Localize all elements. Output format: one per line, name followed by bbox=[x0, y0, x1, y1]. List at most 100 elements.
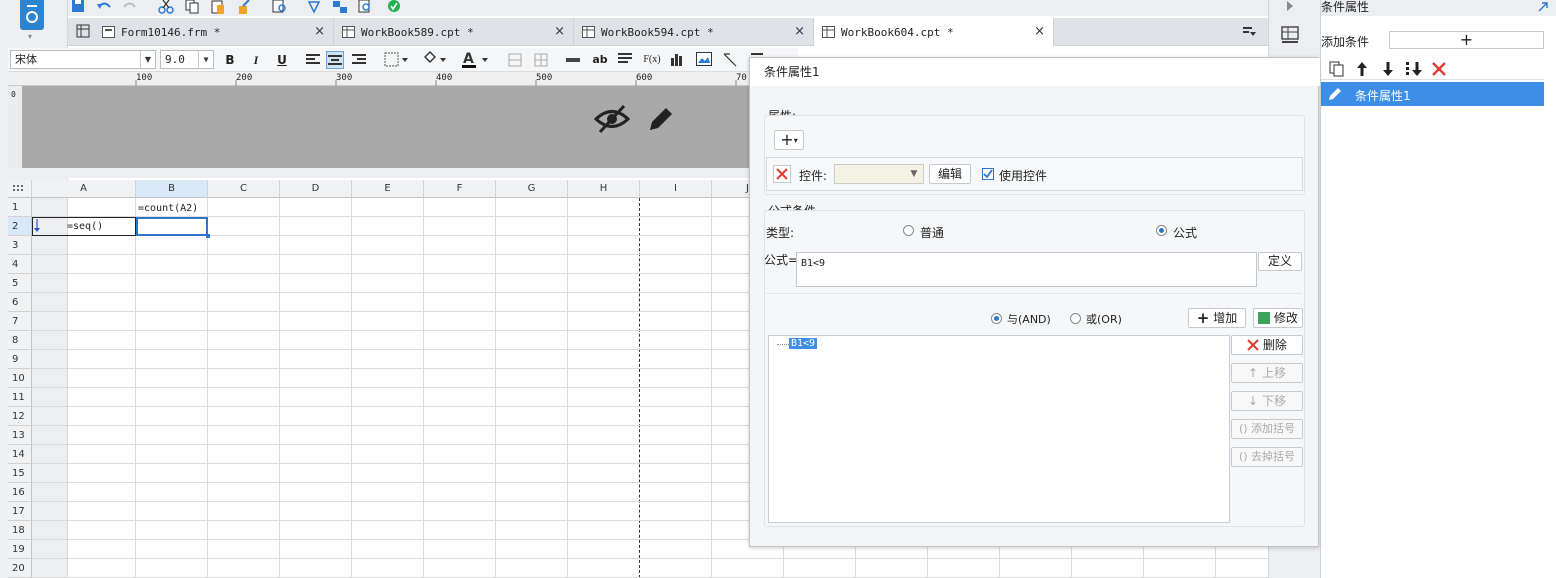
row-header[interactable]: 14 bbox=[8, 445, 32, 464]
check-icon[interactable] bbox=[386, 0, 402, 14]
column-header[interactable]: F bbox=[424, 180, 496, 198]
row-header[interactable]: 9 bbox=[8, 350, 32, 369]
row-header[interactable]: 5 bbox=[8, 274, 32, 293]
column-header[interactable]: I bbox=[640, 180, 712, 198]
tab-list-icon[interactable] bbox=[1242, 26, 1256, 38]
font-color-icon[interactable]: A bbox=[460, 50, 490, 70]
hide-eye-icon[interactable] bbox=[594, 104, 630, 134]
edit-button[interactable]: 编辑 bbox=[929, 164, 971, 184]
cell-b1[interactable]: =count(A2) bbox=[138, 203, 198, 214]
tab-workbook589[interactable]: WorkBook589.cpt * × bbox=[334, 18, 574, 46]
align-center-icon[interactable] bbox=[326, 51, 344, 69]
logo-dropdown-icon[interactable]: ▾ bbox=[28, 32, 32, 41]
grid-view-icon[interactable] bbox=[76, 24, 90, 38]
tree-item[interactable]: B1<9 bbox=[789, 338, 818, 349]
define-button[interactable]: 定义 bbox=[1258, 252, 1302, 271]
edit-pencil-icon[interactable] bbox=[646, 104, 676, 134]
row-header[interactable]: 8 bbox=[8, 331, 32, 350]
add-bracket-button[interactable]: () 添加括号 bbox=[1231, 419, 1303, 439]
underline-button[interactable]: U bbox=[274, 51, 290, 69]
row-header[interactable]: 7 bbox=[8, 312, 32, 331]
row-header[interactable]: 13 bbox=[8, 426, 32, 445]
condition-tree[interactable]: B1<9 bbox=[768, 335, 1230, 523]
cut-icon[interactable] bbox=[158, 0, 174, 14]
align-left-icon[interactable] bbox=[306, 53, 320, 67]
row-header[interactable]: 20 bbox=[8, 559, 32, 578]
chevron-down-icon[interactable]: ▼ bbox=[140, 51, 155, 68]
border-icon[interactable] bbox=[384, 52, 408, 68]
widget-select[interactable]: ▼ bbox=[834, 164, 924, 184]
copy-icon[interactable] bbox=[184, 0, 200, 14]
and-radio[interactable] bbox=[991, 313, 1002, 324]
type-formula-radio[interactable] bbox=[1156, 225, 1167, 236]
move-down-button[interactable]: ↓ 下移 bbox=[1231, 391, 1303, 411]
bar-chart-icon[interactable] bbox=[670, 52, 684, 66]
tab-form10146[interactable]: Form10146.frm * × bbox=[94, 18, 334, 46]
move-bottom-icon[interactable] bbox=[1405, 61, 1423, 77]
preview-icon[interactable] bbox=[272, 0, 288, 14]
undo-icon[interactable] bbox=[96, 0, 112, 14]
type-normal-radio[interactable] bbox=[903, 225, 914, 236]
move-up-icon[interactable] bbox=[1355, 61, 1369, 77]
column-header[interactable]: C bbox=[208, 180, 280, 198]
row-header[interactable]: 3 bbox=[8, 236, 32, 255]
data-connection-icon[interactable] bbox=[332, 0, 348, 14]
row-header[interactable]: 18 bbox=[8, 521, 32, 540]
align-right-icon[interactable] bbox=[352, 53, 366, 67]
column-header[interactable]: A bbox=[32, 180, 136, 198]
fill-handle[interactable] bbox=[206, 234, 210, 238]
font-size-select[interactable]: 9.0 ▼ bbox=[160, 50, 214, 69]
use-widget-checkbox[interactable] bbox=[982, 168, 994, 180]
row-header[interactable]: 12 bbox=[8, 407, 32, 426]
column-header[interactable]: D bbox=[280, 180, 352, 198]
move-up-button[interactable]: ↑ 上移 bbox=[1231, 363, 1303, 383]
formula-button[interactable]: F(x) bbox=[640, 51, 664, 69]
row-header[interactable]: 2 bbox=[8, 217, 32, 236]
tab-workbook594[interactable]: WorkBook594.cpt * × bbox=[574, 18, 814, 46]
slash-line-icon[interactable] bbox=[722, 52, 738, 68]
delete-icon[interactable] bbox=[1431, 61, 1447, 77]
font-name-select[interactable]: 宋体 ▼ bbox=[10, 50, 156, 69]
formula-input[interactable]: B1<9 bbox=[796, 252, 1257, 287]
close-icon[interactable]: × bbox=[1034, 24, 1045, 39]
modify-condition-button[interactable]: 修改 bbox=[1253, 308, 1303, 328]
chevron-down-icon[interactable]: ▼ bbox=[198, 51, 213, 68]
chevron-down-icon[interactable]: ▼ bbox=[905, 165, 923, 183]
row-header[interactable]: 10 bbox=[8, 369, 32, 388]
merge-cells-icon[interactable] bbox=[508, 53, 522, 67]
row-header[interactable]: 17 bbox=[8, 502, 32, 521]
app-logo-icon[interactable] bbox=[20, 0, 44, 30]
expand-icon[interactable] bbox=[1537, 1, 1549, 13]
delete-button[interactable]: 删除 bbox=[1231, 335, 1303, 355]
collapse-arrow-icon[interactable] bbox=[1285, 0, 1295, 12]
close-icon[interactable]: × bbox=[794, 24, 805, 39]
italic-button[interactable]: I bbox=[248, 51, 264, 69]
column-header[interactable]: B bbox=[136, 180, 208, 198]
remove-bracket-button[interactable]: () 去掉括号 bbox=[1231, 447, 1303, 467]
search-doc-icon[interactable] bbox=[358, 0, 374, 14]
bold-button[interactable]: B bbox=[222, 51, 238, 69]
debug-icon[interactable] bbox=[306, 0, 322, 14]
input-widget-icon[interactable] bbox=[566, 56, 580, 64]
fill-color-icon[interactable] bbox=[422, 51, 448, 69]
row-header[interactable]: 16 bbox=[8, 483, 32, 502]
cell-b2-selected[interactable] bbox=[136, 217, 210, 238]
add-condition-button[interactable]: + 增加 bbox=[1188, 308, 1246, 328]
row-header[interactable]: 19 bbox=[8, 540, 32, 559]
row-header[interactable]: 15 bbox=[8, 464, 32, 483]
text-lines-icon[interactable] bbox=[618, 52, 632, 66]
column-header[interactable]: H bbox=[568, 180, 640, 198]
format-painter-icon[interactable] bbox=[236, 0, 252, 14]
move-down-icon[interactable] bbox=[1381, 61, 1395, 77]
row-header[interactable]: 4 bbox=[8, 255, 32, 274]
close-icon[interactable]: × bbox=[554, 24, 565, 39]
redo-icon[interactable] bbox=[122, 0, 138, 14]
text-widget-button[interactable]: ab bbox=[591, 51, 609, 69]
save-icon[interactable] bbox=[70, 0, 86, 14]
add-attribute-button[interactable]: +▾ bbox=[774, 130, 804, 150]
row-header[interactable]: 11 bbox=[8, 388, 32, 407]
condition-list-item[interactable]: 条件属性1 bbox=[1321, 82, 1544, 106]
image-icon[interactable] bbox=[696, 52, 712, 66]
add-condition-button[interactable]: + bbox=[1389, 31, 1544, 49]
cell-a2-frame[interactable]: =seq() bbox=[32, 217, 136, 236]
